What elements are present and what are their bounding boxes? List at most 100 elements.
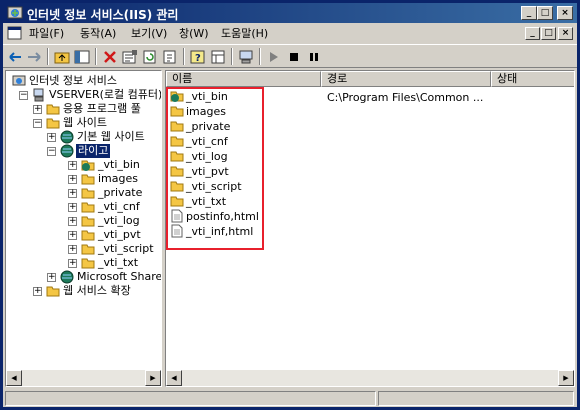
maximize-button[interactable]: □ [537,6,553,20]
help-question-icon: ? [190,50,205,64]
collapse-toggle-websites[interactable]: − [33,119,42,128]
tree-item-label: images [98,172,138,185]
window-title: 인터넷 정보 서비스(IIS) 관리 [27,8,179,22]
close-button[interactable]: × [557,6,573,20]
console-icon [7,26,22,40]
start-button[interactable] [265,48,283,65]
back-button[interactable] [7,48,25,65]
expand-toggle-child[interactable]: + [68,231,77,240]
console-view-button[interactable] [209,48,227,65]
expand-toggle-default-site[interactable]: + [47,133,56,142]
tree-item-label: _vti_log [98,214,140,227]
child-minimize-button[interactable]: _ [525,27,540,40]
scroll-left-button[interactable]: ◀ [166,370,182,386]
tree-item-label: VSERVER(로컬 컴퓨터) [49,88,162,101]
folder-icon [81,188,95,199]
toolbar-separator [259,48,261,65]
console-tree-icon [74,50,90,63]
expand-toggle-child[interactable]: + [68,259,77,268]
iis-manager-window: 인터넷 정보 서비스(IIS) 관리 _ □ × 파일(F) 동작(A) 보기(… [0,0,580,410]
tree-item-label: 웹 서비스 확장 [63,284,131,297]
toolbar-separator [183,48,185,65]
expand-toggle-child[interactable]: + [68,175,77,184]
server-computer-icon [33,88,44,102]
forward-arrow-icon [28,51,41,62]
tree-item-label: 인터넷 정보 서비스 [29,74,117,87]
refresh-icon [143,50,156,63]
tree-item-label: _vti_script [98,242,154,255]
console-tree-pane[interactable]: 인터넷 정보 서비스 − VSERVER(로컬 컴퓨터) + 응용 프로그램 풀… [5,70,162,387]
refresh-button[interactable] [141,48,159,65]
tree-horizontal-scrollbar[interactable]: ◀ ▶ [6,370,161,386]
child-close-button[interactable]: × [558,27,573,40]
forward-button[interactable] [25,48,43,65]
menu-window[interactable]: 창(W) [179,26,209,41]
folder-icon [81,258,95,269]
window-frame: 인터넷 정보 서비스(IIS) 관리 _ □ × 파일(F) 동작(A) 보기(… [3,3,577,407]
minimize-button[interactable]: _ [521,6,537,20]
properties-icon [122,49,137,63]
toolbar-separator [231,48,233,65]
properties-button[interactable] [121,48,139,65]
expand-toggle-ms-share[interactable]: + [47,273,56,282]
help-button[interactable]: ? [189,48,207,65]
column-header-name[interactable]: 이름 [166,71,321,87]
expand-toggle-child[interactable]: + [68,189,77,198]
column-header-status[interactable]: 상태 [491,71,574,87]
stop-button[interactable] [285,48,303,65]
scroll-left-button[interactable]: ◀ [6,370,22,386]
selected-site-label: 라이고 [76,144,111,158]
status-bar [3,389,577,407]
folder-icon [46,286,60,297]
back-arrow-icon [9,51,21,62]
column-header-path[interactable]: 경로 [321,71,491,87]
expand-toggle-child[interactable]: + [68,203,77,212]
collapse-toggle-server[interactable]: − [19,91,28,100]
folder-open-icon [46,118,60,129]
menu-action[interactable]: 동작(A) [80,26,116,41]
up-level-button[interactable] [53,48,71,65]
child-restore-button[interactable]: □ [541,27,556,40]
collapse-toggle-selected-site[interactable]: − [47,147,56,156]
list-header: 이름 경로 상태 [166,71,574,87]
globe-icon [60,130,74,144]
menu-file[interactable]: 파일(F) [29,26,64,41]
show-tree-button[interactable] [73,48,91,65]
status-pane-secondary [378,391,574,406]
computer-button[interactable] [237,48,255,65]
expand-toggle-app-pools[interactable]: + [33,105,42,114]
list-horizontal-scrollbar[interactable]: ◀ ▶ [166,370,574,386]
globe-icon [60,270,74,284]
title-bar[interactable]: 인터넷 정보 서비스(IIS) 관리 _ □ × [3,3,577,23]
expand-toggle-child[interactable]: + [68,161,77,170]
expand-toggle-child[interactable]: + [68,217,77,226]
details-list-pane[interactable]: 이름 경로 상태 _vti_bin C:\Program Files\Commo… [165,70,575,387]
computer-icon [239,50,253,63]
scroll-right-button[interactable]: ▶ [558,370,574,386]
status-pane-main [5,391,376,406]
tree-item-label: Microsoft Share [77,270,162,283]
export-list-button[interactable] [161,48,179,65]
menu-help[interactable]: 도움말(H) [221,26,268,41]
menu-view[interactable]: 보기(V) [131,26,167,41]
globe-folder-icon [81,160,95,171]
folder-icon [81,216,95,227]
delete-button[interactable] [101,48,119,65]
expand-toggle-web-ext[interactable]: + [33,287,42,296]
expand-toggle-child[interactable]: + [68,245,77,254]
toolbar: ? [3,44,577,68]
folder-up-icon [54,52,70,63]
list-item-path: C:\Program Files\Common ... [327,91,484,104]
export-icon [163,50,176,63]
console-grid-icon [211,50,225,63]
iis-root-icon [12,75,26,86]
folder-icon [81,202,95,213]
delete-x-icon [104,50,116,63]
tree-item-label: _vti_bin [98,158,140,171]
scroll-right-button[interactable]: ▶ [145,370,161,386]
play-icon [270,51,278,62]
stop-icon [290,52,298,61]
tree-item-label: 기본 웹 사이트 [77,130,145,143]
toolbar-separator [47,48,49,65]
pause-button[interactable] [305,48,323,65]
